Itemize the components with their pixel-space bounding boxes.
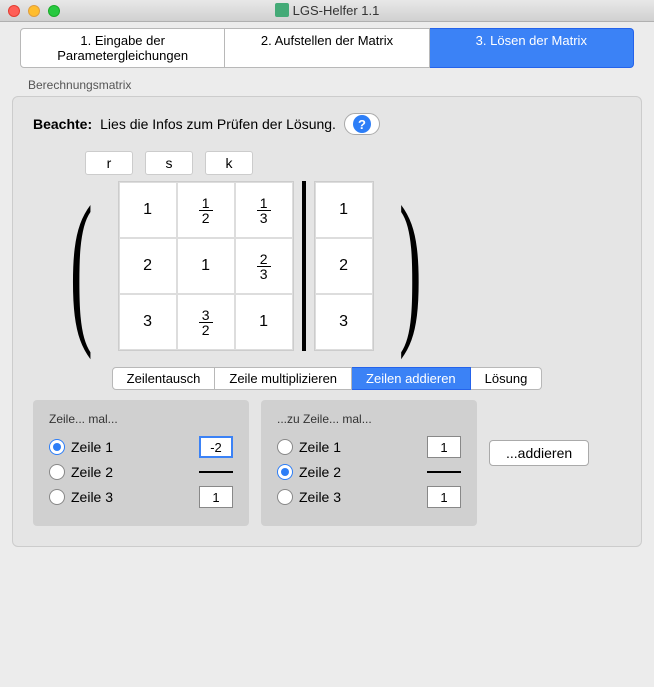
subtab-loesung[interactable]: Lösung	[471, 367, 543, 390]
help-button[interactable]: ?	[344, 113, 380, 135]
radio-label[interactable]: Zeile 2	[277, 464, 341, 480]
radio-row: Zeile 2	[49, 464, 233, 480]
subtab-multiplizieren[interactable]: Zeile multiplizieren	[215, 367, 352, 390]
window-title: LGS-Helfer 1.1	[0, 3, 654, 18]
tab-loesen[interactable]: 3. Lösen der Matrix	[430, 28, 634, 68]
radio-label[interactable]: Zeile 1	[49, 439, 113, 455]
radio-label[interactable]: Zeile 3	[277, 489, 341, 505]
bracket-left-icon: (	[70, 181, 93, 351]
op-right-label: ...zu Zeile... mal...	[277, 412, 461, 426]
notice-text: Lies die Infos zum Prüfen der Lösung.	[100, 116, 336, 132]
tab-aufstellen[interactable]: 2. Aufstellen der Matrix	[225, 28, 429, 68]
group-label: Berechnungsmatrix	[28, 78, 654, 92]
op-left-label: Zeile... mal...	[49, 412, 233, 426]
add-button[interactable]: ...addieren	[489, 440, 589, 466]
matrix-cell: 1	[119, 182, 177, 238]
matrix-cell: 1	[177, 238, 235, 294]
operation-row: Zeile... mal... Zeile 1 Zeile 2 Zeile 3 ..…	[33, 400, 621, 526]
tab-eingabe[interactable]: 1. Eingabe der Parametergleichungen	[20, 28, 225, 68]
rhs-grid: 123	[314, 181, 374, 351]
fraction-divider	[427, 471, 461, 473]
col-header-k: k	[205, 151, 253, 175]
factor-input[interactable]	[199, 436, 233, 458]
matrix-cell: 1	[235, 294, 293, 350]
col-header-s: s	[145, 151, 193, 175]
column-headers: r s k	[85, 151, 621, 175]
radio-text: Zeile 2	[299, 464, 341, 480]
radio-label[interactable]: Zeile 2	[49, 464, 113, 480]
radio-text: Zeile 3	[71, 489, 113, 505]
op-left-box: Zeile... mal... Zeile 1 Zeile 2 Zeile 3	[33, 400, 249, 526]
radio-text: Zeile 2	[71, 464, 113, 480]
matrix-cell: 1	[315, 182, 373, 238]
radio-zeile-1[interactable]	[277, 439, 293, 455]
matrix-cell: 3	[119, 294, 177, 350]
sub-tabs: Zeilentausch Zeile multiplizieren Zeilen…	[63, 367, 591, 390]
radio-zeile-3[interactable]	[49, 489, 65, 505]
radio-text: Zeile 1	[299, 439, 341, 455]
radio-row: Zeile 3	[277, 486, 461, 508]
factor-input[interactable]	[427, 436, 461, 458]
separator-bar	[302, 181, 306, 351]
fraction-divider	[199, 471, 233, 473]
titlebar: LGS-Helfer 1.1	[0, 0, 654, 22]
radio-zeile-1[interactable]	[49, 439, 65, 455]
radio-row: Zeile 2	[277, 464, 461, 480]
matrix-cell: 32	[177, 294, 235, 350]
matrix-cell: 23	[235, 238, 293, 294]
radio-row: Zeile 3	[49, 486, 233, 508]
matrix-panel: Beachte: Lies die Infos zum Prüfen der L…	[12, 96, 642, 547]
factor-input[interactable]	[199, 486, 233, 508]
factor-input[interactable]	[427, 486, 461, 508]
radio-text: Zeile 3	[299, 489, 341, 505]
radio-label[interactable]: Zeile 1	[277, 439, 341, 455]
radio-text: Zeile 1	[71, 439, 113, 455]
subtab-addieren[interactable]: Zeilen addieren	[352, 367, 471, 390]
matrix-cell: 13	[235, 182, 293, 238]
radio-label[interactable]: Zeile 3	[49, 489, 113, 505]
main-tabs: 1. Eingabe der Parametergleichungen 2. A…	[20, 28, 634, 68]
matrix-cell: 12	[177, 182, 235, 238]
radio-row: Zeile 1	[277, 436, 461, 458]
matrix-grid: 1121321233321	[118, 181, 294, 351]
matrix-cell: 3	[315, 294, 373, 350]
radio-zeile-2[interactable]	[49, 464, 65, 480]
matrix-cell: 2	[315, 238, 373, 294]
op-right-box: ...zu Zeile... mal... Zeile 1 Zeile 2 Zeil…	[261, 400, 477, 526]
radio-zeile-2[interactable]	[277, 464, 293, 480]
app-icon	[275, 3, 289, 17]
matrix-area: ( 1121321233321 123 )	[53, 181, 621, 351]
radio-row: Zeile 1	[49, 436, 233, 458]
question-icon: ?	[353, 115, 371, 133]
radio-zeile-3[interactable]	[277, 489, 293, 505]
subtab-zeilentausch[interactable]: Zeilentausch	[112, 367, 216, 390]
notice-row: Beachte: Lies die Infos zum Prüfen der L…	[33, 113, 621, 135]
bracket-right-icon: )	[399, 181, 422, 351]
notice-bold: Beachte:	[33, 116, 92, 132]
matrix-cell: 2	[119, 238, 177, 294]
